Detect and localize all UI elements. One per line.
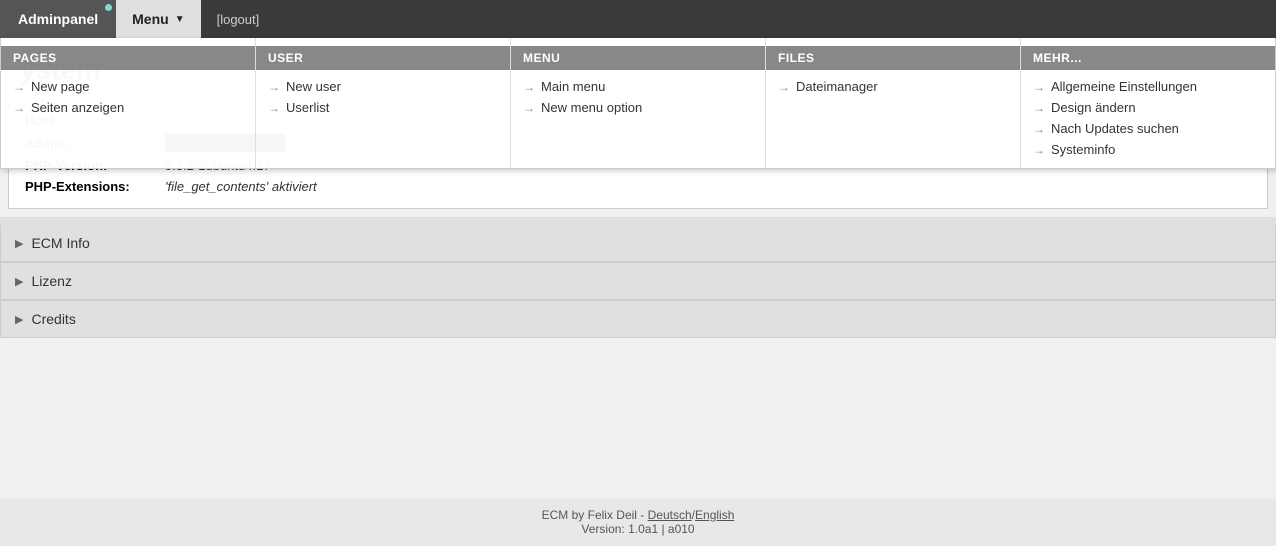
menu-item-seiten-anzeigen[interactable]: → Seiten anzeigen bbox=[1, 97, 255, 118]
menu-item-dateimanager[interactable]: → Dateimanager bbox=[766, 76, 1020, 97]
menu-item-allgemeine[interactable]: → Allgemeine Einstellungen bbox=[1021, 76, 1275, 97]
php-ext-value: 'file_get_contents' aktiviert bbox=[165, 179, 317, 194]
ecm-info-label: ECM Info bbox=[31, 235, 89, 251]
php-ext-label: PHP-Extensions: bbox=[25, 179, 165, 194]
logout-label: [logout] bbox=[217, 12, 260, 27]
arrow-icon: → bbox=[778, 80, 790, 94]
lizenz-section[interactable]: ▶ Lizenz bbox=[0, 262, 1276, 300]
chevron-icon: ▶ bbox=[15, 313, 23, 326]
arrow-icon: → bbox=[1033, 80, 1045, 94]
menu-item-updates[interactable]: → Nach Updates suchen bbox=[1021, 118, 1275, 139]
chevron-icon: ▶ bbox=[15, 237, 23, 250]
menu-item-design[interactable]: → Design ändern bbox=[1021, 97, 1275, 118]
footer-line1: ECM by Felix Deil - Deutsch/English bbox=[10, 508, 1266, 522]
brand-label: Adminpanel bbox=[0, 0, 116, 38]
arrow-icon: → bbox=[1033, 101, 1045, 115]
menu-label: Menu bbox=[132, 11, 169, 27]
footer-english-link[interactable]: English bbox=[695, 508, 734, 522]
menu-col-pages: PAGES → New page → Seiten anzeigen bbox=[1, 38, 256, 168]
arrow-icon: → bbox=[13, 80, 25, 94]
arrow-icon: → bbox=[523, 101, 535, 115]
arrow-icon: → bbox=[1033, 122, 1045, 136]
col-header-pages: PAGES bbox=[1, 46, 255, 70]
col-header-menu: MENU bbox=[511, 46, 765, 70]
footer-text: ECM by Felix Deil - bbox=[542, 508, 648, 522]
php-ext-row: PHP-Extensions: 'file_get_contents' akti… bbox=[25, 179, 1251, 194]
menu-col-menu: MENU → Main menu → New menu option bbox=[511, 38, 766, 168]
arrow-icon: → bbox=[523, 80, 535, 94]
footer-deutsch-link[interactable]: Deutsch bbox=[648, 508, 692, 522]
menu-col-user: USER → New user → Userlist bbox=[256, 38, 511, 168]
menu-item-systeminfo[interactable]: → Systeminfo bbox=[1021, 139, 1275, 160]
arrow-icon: → bbox=[1033, 143, 1045, 157]
menu-item-new-user[interactable]: → New user bbox=[256, 76, 510, 97]
topbar: Adminpanel Menu ▼ [logout] bbox=[0, 0, 1276, 38]
menu-item-userlist[interactable]: → Userlist bbox=[256, 97, 510, 118]
col-header-mehr: MEHR... bbox=[1021, 46, 1275, 70]
footer-version: Version: 1.0a1 | a010 bbox=[10, 522, 1266, 536]
menu-item-new-menu-option[interactable]: → New menu option bbox=[511, 97, 765, 118]
credits-section[interactable]: ▶ Credits bbox=[0, 300, 1276, 338]
menu-item-main-menu[interactable]: → Main menu bbox=[511, 76, 765, 97]
credits-label: Credits bbox=[31, 311, 75, 327]
mega-menu: PAGES → New page → Seiten anzeigen USER … bbox=[0, 38, 1276, 169]
menu-col-mehr: MEHR... → Allgemeine Einstellungen → Des… bbox=[1021, 38, 1275, 168]
menu-button[interactable]: Menu ▼ bbox=[116, 0, 200, 38]
menu-col-files: FILES → Dateimanager bbox=[766, 38, 1021, 168]
menu-item-new-page[interactable]: → New page bbox=[1, 76, 255, 97]
footer: ECM by Felix Deil - Deutsch/English Vers… bbox=[0, 498, 1276, 546]
arrow-icon: → bbox=[268, 101, 280, 115]
menu-arrow-icon: ▼ bbox=[175, 14, 185, 25]
lizenz-label: Lizenz bbox=[31, 273, 71, 289]
col-header-files: FILES bbox=[766, 46, 1020, 70]
chevron-icon: ▶ bbox=[15, 275, 23, 288]
logout-button[interactable]: [logout] bbox=[201, 0, 276, 38]
ecm-info-section[interactable]: ▶ ECM Info bbox=[0, 225, 1276, 262]
brand-text: Adminpanel bbox=[18, 11, 98, 27]
col-header-user: USER bbox=[256, 46, 510, 70]
arrow-icon: → bbox=[268, 80, 280, 94]
arrow-icon: → bbox=[13, 101, 25, 115]
